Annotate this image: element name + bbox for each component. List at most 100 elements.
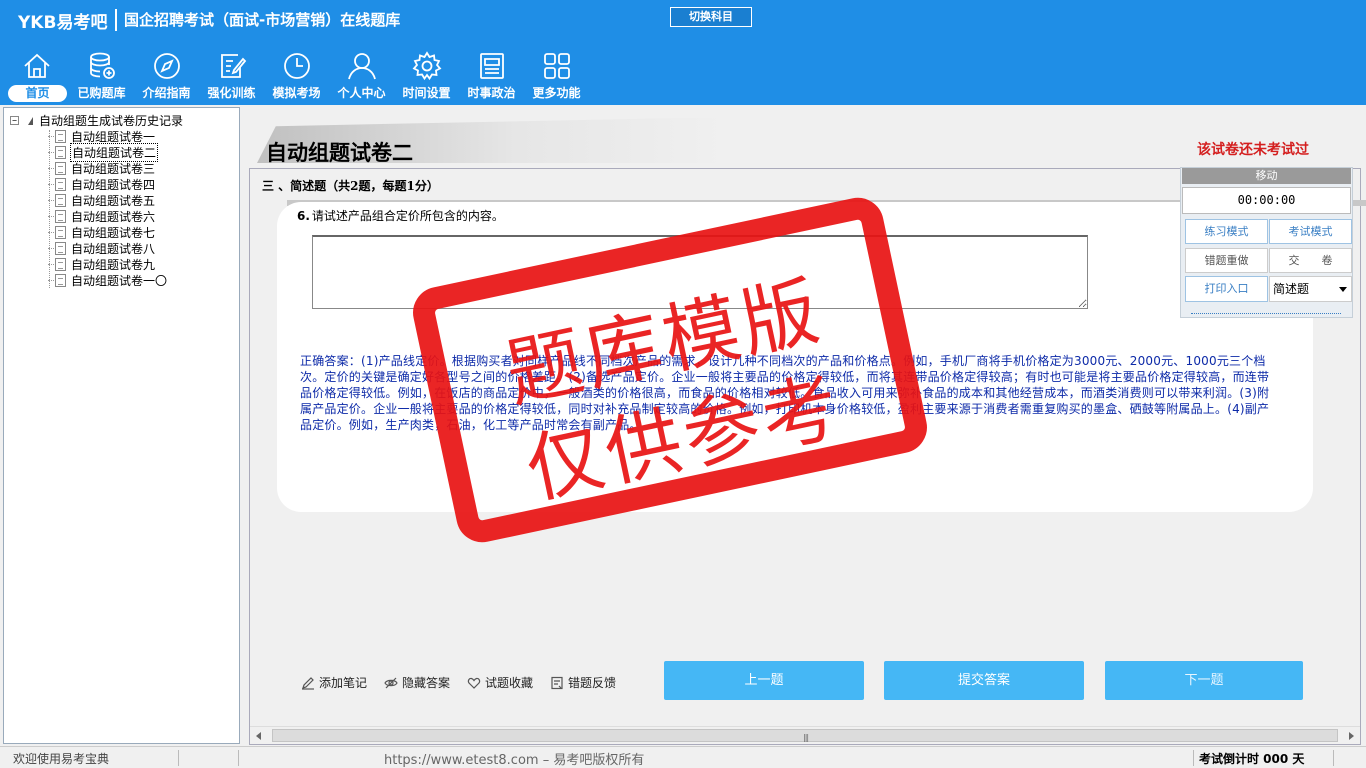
nav-current-affairs[interactable]: 时事政治 (459, 46, 524, 104)
scroll-thumb[interactable]: ||| (272, 729, 1338, 742)
document-icon (55, 257, 66, 271)
question-stem: 请试述产品组合定价所包含的内容。 (311, 209, 504, 223)
status-welcome: 欢迎使用易考宝典 (13, 752, 110, 766)
status-divider (178, 750, 179, 766)
submit-paper-button[interactable]: 交 卷 (1269, 248, 1352, 273)
nav-training[interactable]: 强化训练 (199, 46, 264, 104)
question-text: 6. 请试述产品组合定价所包含的内容。 (297, 207, 504, 224)
exam-timer: 00:00:00 (1182, 187, 1351, 214)
nav-time-settings[interactable]: 时间设置 (394, 46, 459, 104)
question-type-value: 简述题 (1273, 282, 1310, 296)
scroll-left-icon[interactable] (256, 732, 261, 740)
gear-icon (412, 51, 441, 81)
favorite-link[interactable]: 试题收藏 (467, 674, 533, 691)
nav-affairs-label: 时事政治 (467, 86, 516, 100)
tree-item[interactable]: 自动组题试卷七 (48, 224, 168, 240)
next-question-button[interactable]: 下一题 (1105, 661, 1303, 700)
horizontal-scrollbar[interactable]: ||| (250, 726, 1360, 743)
document-icon (55, 145, 66, 159)
collapse-icon[interactable]: − (10, 116, 19, 125)
status-bar: 欢迎使用易考宝典 https://www.etest8.com – 易考吧版权所… (0, 746, 1366, 768)
document-icon (55, 241, 66, 255)
app-title: 国企招聘考试（面试-市场营销）在线题库 (124, 11, 401, 29)
feedback-icon (551, 676, 563, 689)
nav-time-label: 时间设置 (402, 86, 451, 100)
scroll-grip-icon: ||| (803, 733, 809, 742)
redo-wrong-button[interactable]: 错题重做 (1185, 248, 1268, 273)
grid-icon (543, 53, 570, 79)
exam-status: 该试卷还未考试过 (1197, 142, 1309, 158)
question-number: 6. (297, 209, 310, 223)
tree-item[interactable]: 自动组题试卷六 (48, 208, 168, 224)
document-icon (55, 209, 66, 223)
tree-item[interactable]: 自动组题试卷八 (48, 240, 168, 256)
favorite-label: 试题收藏 (485, 676, 534, 690)
hide-answer-label: 隐藏答案 (402, 676, 451, 690)
scroll-right-icon[interactable] (1349, 732, 1354, 740)
tree-root[interactable]: − 自动组题生成试卷历史记录 (10, 112, 183, 129)
nav-home-label: 首页 (8, 85, 67, 102)
history-tree: − 自动组题生成试卷历史记录 自动组题试卷一 自动组题试卷二 自动组题试卷三 自… (3, 107, 240, 744)
app-logo: YKB易考吧 (18, 13, 108, 33)
tree-items: 自动组题试卷一 自动组题试卷二 自动组题试卷三 自动组题试卷四 自动组题试卷五 … (48, 128, 168, 288)
heart-icon (467, 677, 481, 689)
nav-guide[interactable]: 介绍指南 (134, 46, 199, 104)
pencil-icon (302, 676, 314, 690)
status-divider (1193, 750, 1194, 766)
news-icon (479, 53, 504, 79)
document-icon (55, 129, 66, 143)
nav-training-label: 强化训练 (207, 86, 256, 100)
correct-answer: 正确答案：(1)产品线定价。根据购买者对同样产品线不同档次产品的需求，设计几种不… (300, 354, 1270, 432)
tree-item[interactable]: 自动组题试卷三 (48, 160, 168, 176)
exam-mode-button[interactable]: 考试模式 (1269, 219, 1352, 244)
eye-off-icon (384, 677, 398, 688)
main-nav: 首页 已购题库 介绍指南 强化训练 模拟考场 个人中心 时间设置 时事政治 更多… (4, 46, 589, 104)
status-divider (238, 750, 239, 766)
print-button[interactable]: 打印入口 (1185, 276, 1268, 302)
status-url: https://www.etest8.com – 易考吧版权所有 (384, 753, 645, 768)
database-icon (89, 52, 115, 79)
submit-answer-button[interactable]: 提交答案 (884, 661, 1084, 700)
user-icon (347, 53, 376, 80)
hide-answer-link[interactable]: 隐藏答案 (384, 674, 450, 691)
add-note-link[interactable]: 添加笔记 (301, 674, 367, 691)
document-icon (55, 225, 66, 239)
document-icon (55, 273, 66, 287)
panel-scroll-indicator (1191, 311, 1341, 314)
tree-root-label: 自动组题生成试卷历史记录 (39, 114, 184, 128)
prev-question-button[interactable]: 上一题 (664, 661, 864, 700)
nav-more[interactable]: 更多功能 (524, 46, 589, 104)
nav-home[interactable]: 首页 (4, 46, 69, 104)
edit-icon (220, 54, 246, 78)
app-header: YKB易考吧 国企招聘考试（面试-市场营销）在线题库 切换科目 首页 已购题库 … (0, 0, 1366, 105)
question-type-select[interactable]: 简述题 (1269, 276, 1352, 302)
compass-icon (153, 53, 180, 79)
answer-input[interactable] (312, 235, 1088, 309)
feedback-label: 错题反馈 (568, 676, 617, 690)
nav-mock-exam[interactable]: 模拟考场 (264, 46, 329, 104)
nav-more-label: 更多功能 (532, 86, 581, 100)
document-icon (55, 193, 66, 207)
add-note-label: 添加笔记 (319, 676, 368, 690)
tree-item[interactable]: 自动组题试卷四 (48, 176, 168, 192)
tree-item[interactable]: 自动组题试卷五 (48, 192, 168, 208)
section-title: 三 、简述题（共2题，每题1分） (262, 179, 439, 193)
nav-personal[interactable]: 个人中心 (329, 46, 394, 104)
home-icon (23, 53, 50, 78)
clock-icon (283, 53, 310, 79)
tree-item-selected[interactable]: 自动组题试卷二 (48, 142, 168, 162)
nav-mock-label: 模拟考场 (272, 86, 321, 100)
tree-item[interactable]: 自动组题试卷一〇 (48, 272, 168, 288)
chevron-down-icon (1339, 287, 1347, 292)
nav-purchased-banks[interactable]: 已购题库 (69, 46, 134, 104)
folder-triangle-icon (28, 116, 33, 125)
feedback-link[interactable]: 错题反馈 (550, 674, 616, 691)
switch-subject-button[interactable]: 切换科目 (670, 7, 752, 27)
paper-title: 自动组题试卷二 (266, 140, 413, 165)
practice-mode-button[interactable]: 练习模式 (1185, 219, 1268, 244)
exam-control-panel: 移动 00:00:00 练习模式 考试模式 错题重做 交 卷 打印入口 简述题 (1180, 167, 1353, 318)
tree-item[interactable]: 自动组题试卷九 (48, 256, 168, 272)
nav-personal-label: 个人中心 (337, 86, 386, 100)
logo-divider (115, 9, 117, 31)
panel-move-handle[interactable]: 移动 (1182, 168, 1351, 184)
